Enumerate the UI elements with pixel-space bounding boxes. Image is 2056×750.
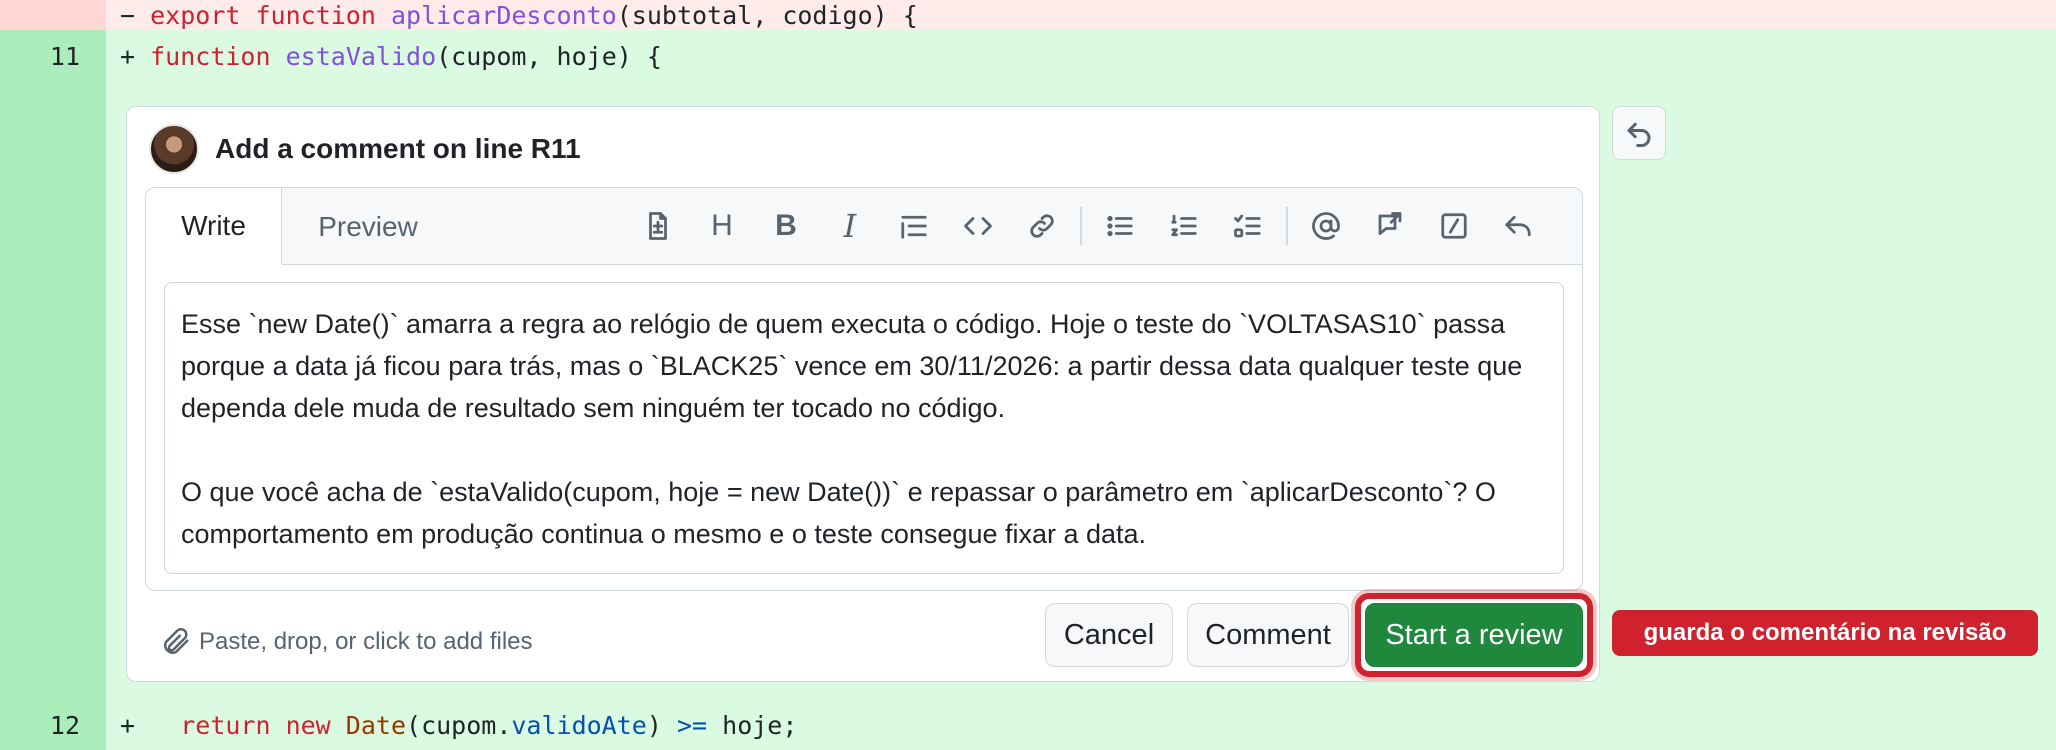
line-number-gutter — [0, 0, 106, 30]
editor-toolbar: Write Preview H B I — [146, 188, 1582, 265]
code-content: + function estaValido(cupom, hoje) { — [106, 42, 662, 71]
code-icon[interactable] — [946, 188, 1010, 264]
link-icon[interactable] — [1010, 188, 1074, 264]
code-content: − export function aplicarDesconto(subtot… — [106, 1, 918, 30]
toolbar-divider — [1080, 207, 1082, 245]
collapse-comment-button[interactable] — [1612, 106, 1666, 160]
toolbar-divider — [1286, 207, 1288, 245]
comment-header: Add a comment on line R11 — [149, 123, 581, 175]
file-icon[interactable] — [626, 188, 690, 264]
bold-icon[interactable]: B — [754, 188, 818, 264]
bulleted-list-icon[interactable] — [1088, 188, 1152, 264]
cancel-button[interactable]: Cancel — [1045, 603, 1173, 667]
avatar — [149, 124, 199, 174]
class-name: Date — [345, 710, 407, 740]
bold-glyph: B — [775, 209, 797, 242]
heading-glyph: H — [711, 209, 733, 242]
keyword: export function — [150, 0, 376, 30]
attach-files-label: Paste, drop, or click to add files — [199, 628, 533, 655]
line-number[interactable]: 12 — [0, 700, 106, 750]
code-rest: (cupom, hoje) { — [436, 41, 662, 71]
diff-line-11: 11 + function estaValido(cupom, hoje) { — [0, 30, 2056, 82]
comment-gutter — [0, 82, 106, 700]
function-name: estaValido — [285, 41, 437, 71]
operator: >= — [676, 710, 708, 740]
quote-icon[interactable] — [882, 188, 946, 264]
inline-comment-form: Add a comment on line R11 Write Preview … — [126, 106, 1600, 682]
function-name: aplicarDesconto — [390, 0, 617, 30]
diff-line-deleted: − export function aplicarDesconto(subtot… — [0, 0, 2056, 30]
comment-button[interactable]: Comment — [1187, 603, 1349, 667]
diff-sign: + — [120, 41, 136, 71]
diff-line-12: 12 + return new Date(cupom.validoAte) >=… — [0, 700, 2056, 750]
keyword: function — [150, 41, 271, 71]
annotation-label: guarda o comentário na revisão — [1612, 610, 2038, 656]
code-rest: (subtotal, codigo) { — [616, 0, 918, 30]
code-paren: ) — [646, 710, 662, 740]
diff-sign: + — [120, 710, 136, 740]
comment-editor: Write Preview H B I Esse `new Date()` am… — [145, 187, 1583, 591]
undo-arrow-icon — [1627, 122, 1651, 147]
code-paren: (cupom. — [406, 710, 512, 740]
comment-textarea[interactable]: Esse `new Date()` amarra a regra ao reló… — [164, 282, 1564, 574]
paperclip-icon — [164, 627, 189, 654]
tab-write[interactable]: Write — [146, 188, 282, 265]
code-rest: hoje; — [722, 710, 798, 740]
comment-title: Add a comment on line R11 — [215, 133, 581, 164]
numbered-list-icon[interactable] — [1152, 188, 1216, 264]
undo-icon[interactable] — [1486, 188, 1550, 264]
slash-command-icon[interactable] — [1422, 188, 1486, 264]
cross-reference-icon[interactable] — [1358, 188, 1422, 264]
italic-icon[interactable]: I — [818, 188, 882, 264]
start-review-button[interactable]: Start a review — [1365, 603, 1583, 667]
property-name: validoAte — [511, 710, 647, 740]
heading-icon[interactable]: H — [690, 188, 754, 264]
formatting-tools: H B I — [626, 188, 1550, 264]
task-list-icon[interactable] — [1216, 188, 1280, 264]
mention-icon[interactable] — [1294, 188, 1358, 264]
keyword: return new — [180, 710, 331, 740]
attach-files-area[interactable]: Paste, drop, or click to add files — [161, 607, 533, 677]
line-number[interactable]: 11 — [0, 30, 106, 82]
code-content: + return new Date(cupom.validoAte) >= ho… — [106, 711, 797, 740]
tab-preview[interactable]: Preview — [282, 188, 454, 265]
italic-glyph: I — [843, 207, 857, 245]
diff-sign: − — [120, 0, 136, 30]
